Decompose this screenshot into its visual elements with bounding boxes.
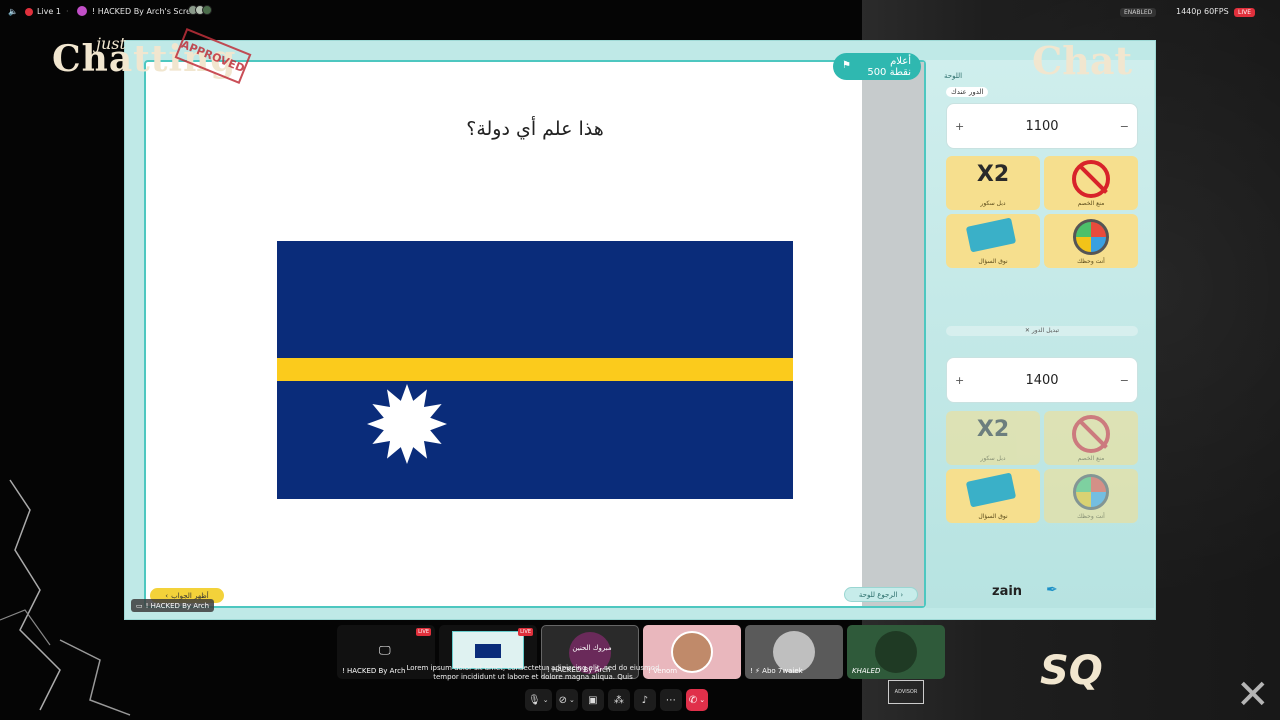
topic-badge: ⚑ أعلام 500 نقطة [833,53,921,80]
cards-powerup[interactable]: نوق السؤال [946,469,1040,523]
screen-share-button[interactable]: ▣ [581,689,604,711]
back-to-board-button[interactable]: الرجوع للوحة › [844,587,918,602]
avatar [671,631,713,673]
camera-off-icon: ⊘ [558,694,567,706]
slide-gray-strip [862,62,924,606]
logo-chat: Chat [1032,38,1133,83]
chat-overlay-text: Lorem ipsum dolor sit amet, consectetur … [406,664,660,681]
switch-turn-button[interactable]: ✕ تبديل الدور [946,326,1138,336]
calligraphy-logo: ✒ [1046,582,1058,598]
team2-score: 1400 [1025,372,1059,388]
soundboard-button[interactable]: ♪ [633,689,656,711]
plus-button[interactable]: + [955,374,964,387]
flag-yellow-stripe [277,358,793,381]
close-icon: ✕ [1024,327,1032,334]
topic-badge-points: 500 نقطة [867,66,911,78]
live-label[interactable]: Live 1 [37,7,61,16]
cards-icon [965,217,1017,253]
chevron-down-icon: ⌄ [699,696,706,704]
presenter-tag: ▭ ! HACKED By Arch [131,599,215,612]
chevron-down-icon: ⌄ [542,696,549,704]
quality-label: 1440p 60FPS [1176,7,1229,16]
chevron-down-icon: ⌄ [568,696,575,704]
team1-score-box: + 1100 − [946,103,1138,149]
activities-icon: ⁂ [613,694,624,706]
double-score-powerup[interactable]: X2 دبل سكور [946,156,1040,210]
back-label: الرجوع للوحة [858,590,898,599]
double-score-powerup[interactable]: X2 دبل سكور [946,411,1040,465]
double-score-icon: X2 [976,417,1010,442]
block-opponent-icon [1072,160,1110,198]
microphone-icon: 🎙 [528,694,541,706]
viewer-avatars [188,5,212,15]
flag-star-icon [367,384,447,464]
live-dot [25,8,33,18]
more-icon: ⋯ [665,694,676,706]
zain-logo: zain [992,584,1023,599]
enabled-status: ENABLED [1120,7,1157,17]
screen-icon [77,6,87,16]
live-badge: LIVE [1234,7,1256,17]
screen-share-label[interactable]: ! HACKED By Arch's Screen [92,7,201,16]
wheel-icon [1073,219,1109,255]
camera-button[interactable]: ⊘ ⌄ [555,689,578,711]
minus-button[interactable]: − [1120,374,1129,387]
screen-share-icon: ▣ [588,694,598,706]
wheel-powerup[interactable]: أنت وحظك [1044,469,1138,523]
top-bar: 🔈 Live 1 · ! HACKED By Arch's Screen ENA… [0,0,1280,24]
screen-icon: 🖵 [379,643,391,657]
turn-indicator: الدور عندك [946,87,989,97]
participant-tile[interactable]: ! ⚡ Abo 7waiek [745,625,843,679]
question-text: هذا علم أي دولة؟ [466,118,604,140]
more-options-button[interactable]: ⋯ [659,689,682,711]
block-opponent-powerup[interactable]: منع الخصم [1044,411,1138,465]
plus-button[interactable]: + [955,120,964,133]
wheel-powerup[interactable]: أنت وحظك [1044,214,1138,268]
board-label: اللوحة [944,72,963,80]
cards-icon [965,472,1017,508]
advisor-logo: ADVISOR [888,680,924,704]
speaker-icon[interactable]: 🔈 [8,7,18,16]
team1-powerups: X2 دبل سكور منع الخصم نوق السؤال أنت وحظك [946,156,1138,268]
wheel-icon [1073,474,1109,510]
screen-share-icon: ▭ [136,601,143,610]
participant-tile[interactable]: KHALED [847,625,945,679]
flag-icon: ⚑ [842,60,851,71]
presenter-name: ! HACKED By Arch [145,601,210,610]
call-controls: 🎙 ⌄ ⊘ ⌄ ▣ ⁂ ♪ ⋯ ✆ ⌄ [525,688,742,712]
leave-icon: ✆ [688,694,698,706]
team2-score-box: + 1400 − [946,357,1138,403]
microphone-button[interactable]: 🎙 ⌄ [525,689,552,711]
activities-button[interactable]: ⁂ [607,689,630,711]
soundboard-icon: ♪ [641,694,649,706]
team1-score: 1100 [1025,118,1059,134]
cards-powerup[interactable]: نوق السؤال [946,214,1040,268]
block-opponent-icon [1072,415,1110,453]
decorative-x: ✕ [1236,672,1270,718]
avatar [875,631,917,673]
leave-call-button[interactable]: ✆ ⌄ [685,689,709,711]
chevron-right-icon: › [900,590,904,599]
nauru-flag [277,241,793,499]
topic-badge-title: أعلام [890,55,911,67]
block-opponent-powerup[interactable]: منع الخصم [1044,156,1138,210]
sq-logo: SQ [1040,648,1103,694]
double-score-icon: X2 [976,162,1010,187]
team2-powerups: X2 دبل سكور منع الخصم نوق السؤال أنت وحظك [946,411,1138,523]
minus-button[interactable]: − [1120,120,1129,133]
